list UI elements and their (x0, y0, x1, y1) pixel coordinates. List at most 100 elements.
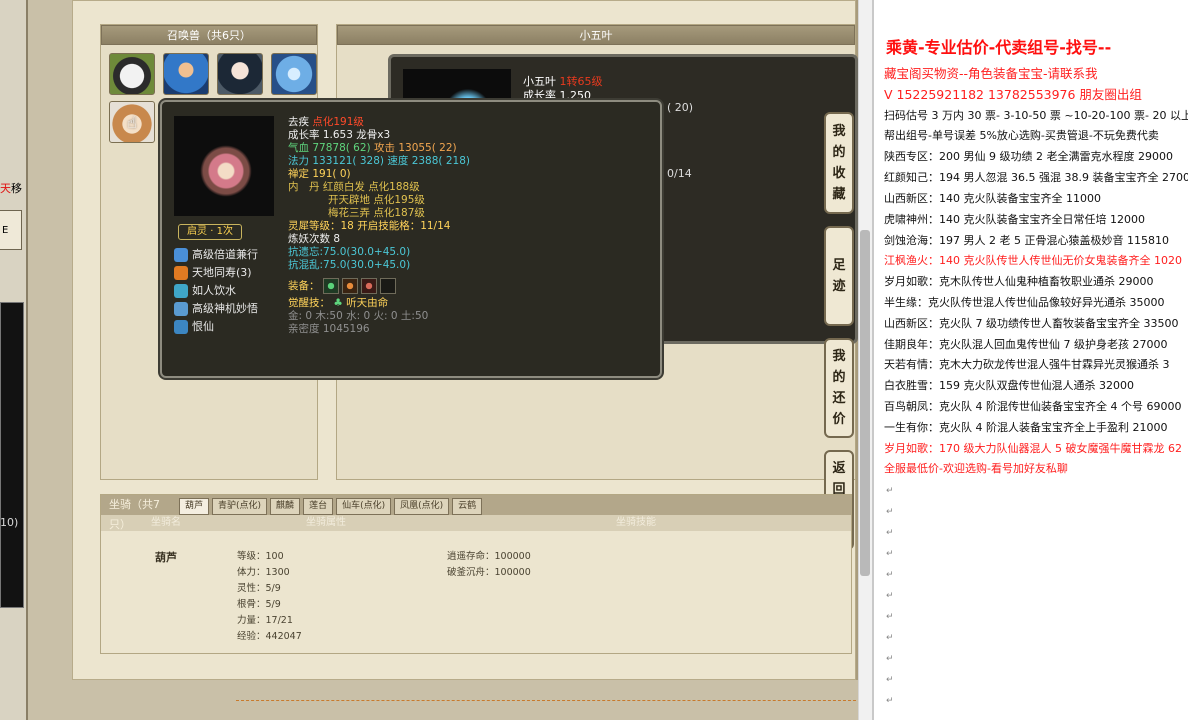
wisdom-skill-icon (174, 302, 188, 316)
paragraph-mark: ↵ (886, 612, 894, 622)
mount-attributes: 等级：100 体力：1300 灵性：5/9 根骨：5/9 力量：17/21 经验… (237, 549, 302, 645)
mount-panel-label: 坐骑（共7只） (109, 498, 160, 531)
bargain-button[interactable]: 我 的 还 价 (824, 338, 854, 438)
mount-table-header: 坐骑名 坐骑属性 坐骑技能 (101, 515, 851, 531)
summon-avatar-lady[interactable] (217, 53, 263, 95)
awaken-value: 听天由命 (346, 297, 389, 309)
notes-line: 一生有你：克火队 4 阶混人装备宝宝齐全上手盈利 21000 (884, 421, 1168, 434)
lianyao-count: 炼妖次数 8 (288, 233, 341, 245)
notes-line: 佳期良年：克火队混人回血鬼传世仙 7 级护身老孩 27000 (884, 338, 1168, 351)
resist-confuse-value: 75.0(30.0+45.0) (323, 259, 411, 271)
notes-line: 剑蚀沧海：197 男人 2 老 5 正骨混心猿盖极妙音 115810 (884, 234, 1169, 247)
summon-panel-title: 召唤兽（共6只） (101, 25, 317, 45)
skill-label: 如人饮水 (192, 284, 236, 297)
chan-label: 禅定 (288, 168, 309, 180)
paragraph-mark: ↵ (886, 696, 894, 706)
mount-tab-xianche[interactable]: 仙车(点化) (336, 498, 392, 515)
notes-line: 山西新区：克火队 7 级功绩传世人畜牧装备宝宝齐全 33500 (884, 317, 1179, 330)
equip-ring-icon[interactable] (322, 278, 339, 294)
mount-skill: 破釜沉舟：100000 (447, 567, 531, 578)
neidan-label: 内 丹 (288, 181, 320, 193)
fire-skill-icon (174, 266, 188, 280)
mp-value: 133121( 328) (312, 155, 384, 167)
mount-tab-yunhe[interactable]: 云鹤 (452, 498, 483, 515)
mount-name: 葫芦 (155, 551, 177, 564)
mount-attr: 根骨：5/9 (237, 599, 281, 610)
mount-attr: 灵性：5/9 (237, 583, 281, 594)
mount-attr: 经验：442047 (237, 631, 302, 642)
bargain-char: 价 (832, 412, 846, 427)
footprint-char: 迹 (832, 279, 846, 294)
spd-value: 2388( 218) (411, 155, 470, 167)
resist-forget-label: 抗遗忘: (288, 246, 324, 258)
page-divider (236, 700, 856, 701)
atk-value: 13055( 22) (398, 142, 457, 154)
skill-item[interactable]: 高级神机妙悟 (174, 300, 258, 318)
tooltip-pet-level: 点化191级 (312, 116, 364, 128)
skill-item[interactable]: 高级倍道兼行 (174, 246, 258, 264)
chan-value: 191( 0) (312, 168, 351, 180)
skill-label: 恨仙 (192, 320, 214, 333)
mount-col-name: 坐骑名 (151, 517, 181, 528)
equip-empty-slot-icon[interactable] (379, 278, 396, 294)
tooltip-pet-name: 去疾 (288, 116, 309, 128)
equip-armor-icon[interactable] (341, 278, 358, 294)
equip-collar-icon[interactable] (360, 278, 377, 294)
left-strip-number: 10) (0, 516, 19, 529)
skill-item[interactable]: 天地同寿(3) (174, 264, 258, 282)
favorites-button[interactable]: 我 的 收 藏 (824, 112, 854, 214)
mount-col-attr: 坐骑属性 (306, 517, 346, 528)
mount-tab-liantai[interactable]: 莲台 (303, 498, 334, 515)
neidan-name: 红颜白发 (322, 181, 365, 193)
summon-avatar-ice-spirit[interactable] (271, 53, 317, 95)
mount-tab-fenghuang[interactable]: 凤凰(点化) (394, 498, 450, 515)
intimacy: 亲密度 1045196 (288, 323, 370, 335)
notes-line: 百鸟朝凤：克火队 4 阶混传世仙装备宝宝齐全 4 个号 69000 (884, 400, 1182, 413)
notes-line: 天若有情：克木大力砍龙传世混人强牛甘霖异光灵猴通杀 3 (884, 358, 1170, 371)
resist-confuse-label: 抗混乱: (288, 259, 324, 271)
skill-item[interactable]: 如人饮水 (174, 282, 258, 300)
summon-avatar-furry[interactable]: ☝ (109, 101, 155, 143)
left-strip-tab[interactable]: E (0, 210, 22, 250)
bargain-char: 还 (832, 391, 846, 406)
mount-attr: 等级：100 (237, 551, 284, 562)
mount-skill: 逍遥存命：100000 (447, 551, 531, 562)
neidan-level: 点化187级 (373, 207, 425, 219)
spirit-skill-icon (174, 320, 188, 334)
paragraph-mark: ↵ (886, 486, 894, 496)
summon-tooltip: 启灵 · 1次 高级倍道兼行 天地同寿(3) 如人饮水 高级神机妙悟 恨仙 去疾… (160, 100, 662, 378)
hand-cursor-icon: ☝ (127, 112, 137, 132)
favorites-char: 收 (832, 166, 846, 181)
mount-tab-qinglv[interactable]: 青驴(点化) (212, 498, 268, 515)
tooltip-stats: 去疾 点化191级 成长率 1.653 龙骨x3 气血 77878( 62) 攻… (288, 116, 658, 336)
summon-avatar-blue-warrior[interactable] (163, 53, 209, 95)
lingxi-level: 灵犀等级：18 开启技能格：11/14 (288, 220, 451, 232)
equip-label: 装备： (288, 279, 320, 292)
paragraph-mark: ↵ (886, 570, 894, 580)
detail-panel-title: 小五叶 (337, 25, 855, 45)
page-scrollbar-thumb[interactable] (860, 230, 870, 576)
mount-tab-qilin[interactable]: 麒麟 (270, 498, 301, 515)
left-strip-dark-panel (0, 302, 24, 608)
paragraph-mark: ↵ (886, 654, 894, 664)
mount-tab-bar: 坐骑（共7只） 葫芦 青驴(点化) 麒麟 莲台 仙车(点化) 凤凰(点化) 云鹤 (101, 495, 851, 531)
neidan-level: 点化188级 (368, 181, 420, 193)
notes-line: 白衣胜雪：159 克火队双盘传世仙混人通杀 32000 (884, 379, 1134, 392)
neidan-name: 梅花三弄 (328, 207, 370, 219)
left-strip-char: 移 (11, 182, 22, 195)
tooltip-skill-list: 高级倍道兼行 天地同寿(3) 如人饮水 高级神机妙悟 恨仙 (174, 246, 258, 336)
summon-avatar-panda[interactable] (109, 53, 155, 95)
left-strip-red-char: 天 (0, 182, 11, 195)
hp-value: 77878( 62) (312, 142, 371, 154)
skill-label: 天地同寿(3) (192, 266, 252, 279)
footprint-button[interactable]: 足 迹 (824, 226, 854, 326)
notes-line: 扫码估号 3 万内 30 票- 3-10-50 票 ~10-20-100 票- … (884, 109, 1188, 122)
footprint-char: 足 (832, 258, 846, 273)
mount-tab-hulu[interactable]: 葫芦 (179, 498, 210, 515)
hp-label: 气血 (288, 142, 309, 154)
notes-panel[interactable]: 乘黄-专业估价-代卖组号-找号-- 藏宝阁买物资--角色装备宝宝-请联系我 V … (872, 0, 1188, 720)
tooltip-pet-image (174, 116, 274, 216)
paragraph-mark: ↵ (886, 528, 894, 538)
skill-item[interactable]: 恨仙 (174, 318, 258, 336)
notes-line: 全服最低价-欢迎选购-看号加好友私聊 (884, 462, 1068, 475)
